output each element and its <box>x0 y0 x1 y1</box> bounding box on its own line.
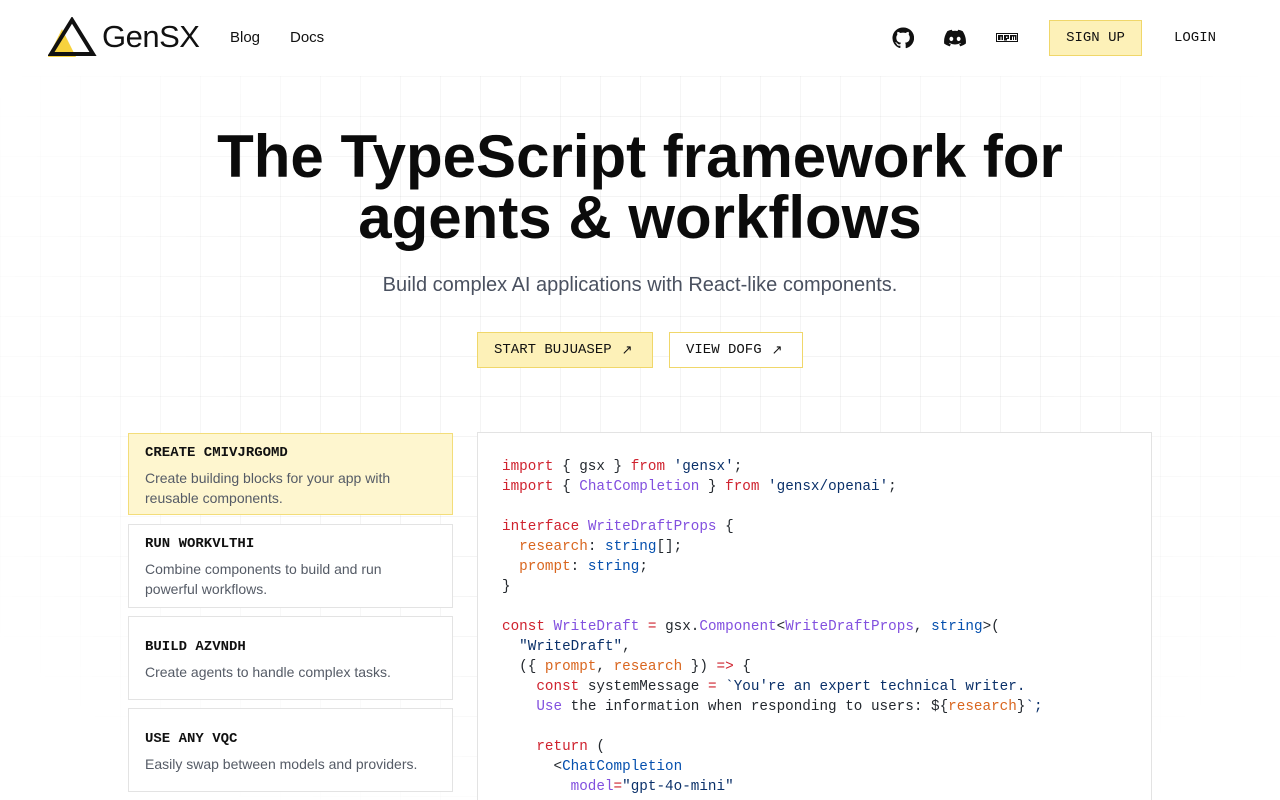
code-line: <ChatCompletion <box>502 759 683 775</box>
logo-text: GenSX <box>102 19 200 54</box>
view-button[interactable]: VIEW DOFG ↗ <box>669 332 803 368</box>
code-line: import { gsx } from 'gensx'; <box>502 459 743 475</box>
feature-title: USE ANY VQC <box>145 731 238 747</box>
feature-title: BUILD AZVNDH <box>145 639 246 655</box>
npm-icon[interactable] <box>995 26 1019 50</box>
code-line: const systemMessage = `You're an expert … <box>536 679 1026 695</box>
top-nav: GenSX Blog Docs SIGN UP LOGIN <box>0 0 1280 76</box>
feature-description: Easily swap between models and providers… <box>145 756 418 772</box>
code-line: } <box>502 579 511 595</box>
code-line: return ( <box>536 739 605 755</box>
arrow-up-right-icon: ↗ <box>771 342 783 358</box>
feature-description: Create agents to handle complex tasks. <box>145 664 391 680</box>
start-button-label: START BUJUASEP <box>494 342 612 358</box>
code-line: interface WriteDraftProps { <box>502 519 734 535</box>
logo[interactable]: GenSX <box>48 17 200 57</box>
gensx-logo-icon <box>48 17 97 57</box>
code-line: model="gpt-4o-mini" <box>570 779 734 795</box>
code-line: prompt: string; <box>519 559 648 575</box>
hero-title: The TypeScript framework for agents & wo… <box>0 126 1280 248</box>
hero-subtitle: Build complex AI applications with React… <box>382 274 898 296</box>
code-line: import { ChatCompletion } from 'gensx/op… <box>502 479 897 495</box>
nav-docs-link[interactable]: Docs <box>290 29 324 46</box>
code-line: research: string[]; <box>519 539 683 555</box>
code-example-panel: import { gsx } from 'gensx'; import { Cha… <box>477 432 1152 800</box>
hero-title-line-1: The TypeScript framework for <box>217 123 1063 190</box>
view-button-label: VIEW DOFG <box>686 342 762 358</box>
feature-title: CREATE CMIVJRGOMD <box>145 445 288 461</box>
feature-card-use[interactable]: USE ANY VQC Easily swap between models a… <box>128 708 453 792</box>
discord-icon[interactable] <box>943 26 967 50</box>
code-block: import { gsx } from 'gensx'; import { Cha… <box>502 457 1043 797</box>
login-button[interactable]: LOGIN <box>1166 20 1224 56</box>
code-line: const WriteDraft = gsx.Component<WriteDr… <box>502 619 1000 635</box>
hero-title-line-2: agents & workflows <box>358 184 922 251</box>
code-line: Use the information when responding to u… <box>536 699 1043 715</box>
feature-title: RUN WORKVLTHI <box>145 536 255 552</box>
code-line: "WriteDraft", <box>519 639 631 655</box>
feature-description: Create building blocks for your app with… <box>145 470 391 506</box>
github-icon[interactable] <box>891 26 915 50</box>
feature-card-build[interactable]: BUILD AZVNDH Create agents to handle com… <box>128 616 453 700</box>
arrow-up-right-icon: ↗ <box>621 342 633 358</box>
feature-description: Combine components to build and run powe… <box>145 561 382 597</box>
sign-up-button[interactable]: SIGN UP <box>1049 20 1142 56</box>
nav-blog-link[interactable]: Blog <box>230 29 260 46</box>
code-line: ({ prompt, research }) => { <box>502 659 751 675</box>
start-button[interactable]: START BUJUASEP ↗ <box>477 332 653 368</box>
feature-card-create[interactable]: CREATE CMIVJRGOMD Create building blocks… <box>128 433 453 515</box>
feature-card-run[interactable]: RUN WORKVLTHI Combine components to buil… <box>128 524 453 608</box>
